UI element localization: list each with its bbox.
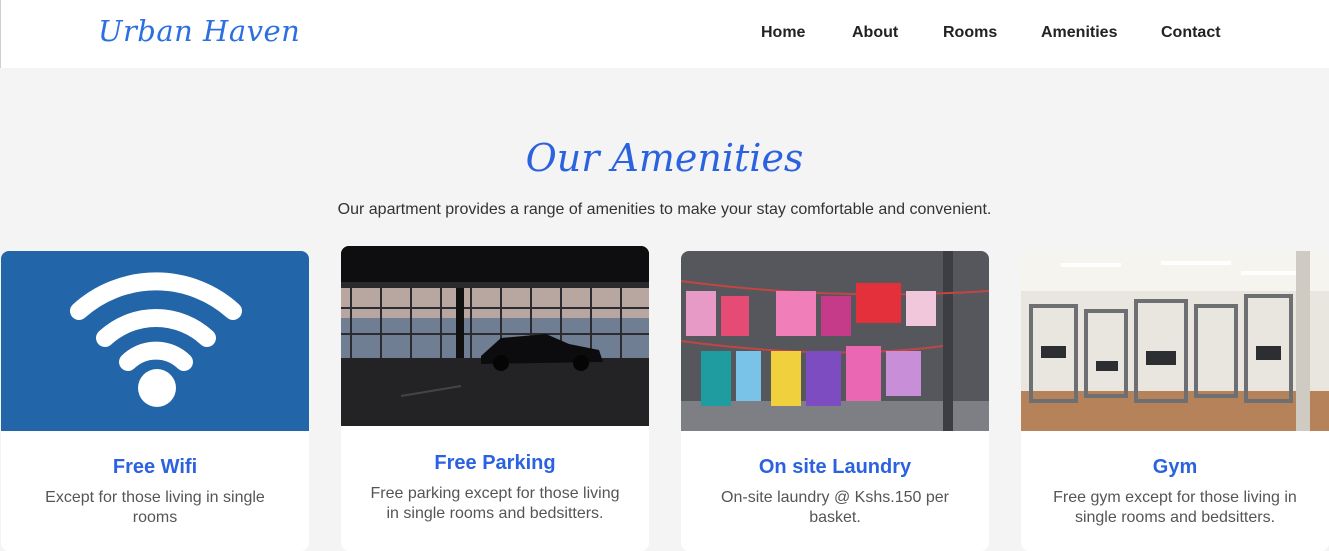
nav-link-amenities[interactable]: Amenities — [1041, 24, 1117, 42]
nav-link-about[interactable]: About — [852, 24, 898, 42]
parking-garage-photo — [341, 246, 649, 426]
amenity-text: Free gym except for those living in sing… — [1053, 489, 1297, 526]
amenity-text: Free parking except for those living in … — [370, 485, 620, 522]
section-title: Our Amenities — [525, 136, 804, 180]
site-logo[interactable]: Urban Haven — [98, 14, 300, 48]
amenity-text: Except for those living in single rooms — [45, 489, 265, 526]
amenity-card-parking: Free Parking Free parking except for tho… — [341, 246, 649, 551]
nav-link-contact[interactable]: Contact — [1161, 24, 1221, 42]
navbar: Urban Haven Home About Rooms Amenities C… — [0, 0, 1329, 68]
laundry-photo — [681, 251, 989, 431]
amenity-title: Free Wifi — [112, 456, 198, 478]
gym-photo — [1021, 251, 1329, 431]
amenity-title: On site Laundry — [758, 456, 912, 478]
amenity-card-gym: Gym Free gym except for those living in … — [1021, 251, 1329, 551]
section-description: Our apartment provides a range of amenit… — [337, 201, 992, 218]
amenity-card-wifi: Free Wifi Except for those living in sin… — [1, 251, 309, 551]
amenity-title: Free Parking — [434, 452, 556, 474]
amenity-title: Gym — [1152, 456, 1198, 478]
nav-link-rooms[interactable]: Rooms — [943, 24, 997, 42]
nav-link-home[interactable]: Home — [761, 24, 805, 42]
amenity-card-laundry: On site Laundry On-site laundry @ Kshs.1… — [681, 251, 989, 551]
amenity-text: On-site laundry @ Kshs.150 per basket. — [721, 489, 949, 526]
wifi-icon — [1, 251, 309, 431]
